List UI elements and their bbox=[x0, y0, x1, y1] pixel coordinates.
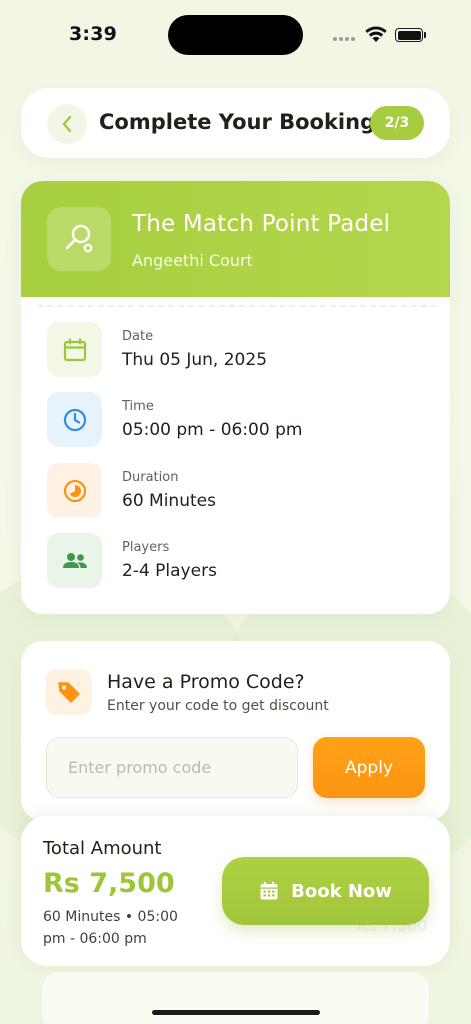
back-button[interactable] bbox=[47, 104, 87, 144]
calendar-icon-box bbox=[47, 322, 102, 377]
battery-icon bbox=[395, 28, 427, 42]
step-badge: 2/3 bbox=[370, 106, 424, 140]
total-amount: Rs 7,500 bbox=[43, 868, 175, 899]
detail-date: Date Thu 05 Jun, 2025 bbox=[47, 322, 427, 378]
detail-players: Players 2-4 Players bbox=[47, 533, 427, 589]
padel-racket-icon bbox=[65, 224, 93, 253]
venue-header: The Match Point Padel Angeethi Court bbox=[21, 181, 450, 297]
page-title: Complete Your Booking bbox=[99, 110, 376, 134]
detail-label: Players bbox=[122, 540, 170, 555]
booking-brief: 60 Minutes • 05:00 pm - 06:00 pm bbox=[43, 909, 178, 947]
detail-time: Time 05:00 pm - 06:00 pm bbox=[47, 392, 427, 448]
calendar-icon bbox=[63, 337, 86, 361]
chevron-left-icon bbox=[62, 115, 72, 133]
tag-icon-box bbox=[46, 669, 92, 715]
timelapse-icon bbox=[63, 479, 86, 502]
group-icon bbox=[62, 552, 87, 568]
booking-summary-card: The Match Point Padel Angeethi Court Dat… bbox=[21, 181, 450, 614]
dynamic-island bbox=[168, 15, 303, 55]
divider bbox=[37, 305, 437, 307]
promo-title: Have a Promo Code? bbox=[107, 671, 305, 693]
detail-value: 05:00 pm - 06:00 pm bbox=[122, 420, 303, 440]
book-now-button[interactable]: Book Now bbox=[222, 857, 429, 925]
detail-label: Duration bbox=[122, 470, 179, 485]
players-icon-box bbox=[47, 533, 102, 588]
wifi-icon bbox=[365, 26, 387, 42]
status-time: 3:39 bbox=[69, 23, 118, 45]
court-name: Angeethi Court bbox=[132, 251, 253, 270]
total-label: Total Amount bbox=[43, 838, 162, 859]
clock-icon-box bbox=[47, 392, 102, 447]
status-bar: 3:39 bbox=[0, 0, 471, 70]
detail-label: Time bbox=[122, 399, 154, 414]
book-now-label: Book Now bbox=[291, 880, 392, 902]
detail-value: 2-4 Players bbox=[122, 561, 217, 581]
detail-value: Thu 05 Jun, 2025 bbox=[122, 350, 268, 370]
promo-subtitle: Enter your code to get discount bbox=[107, 698, 329, 714]
clock-icon bbox=[63, 408, 86, 431]
background-card bbox=[42, 972, 429, 1024]
promo-code-card: Have a Promo Code? Enter your code to ge… bbox=[21, 641, 450, 821]
tag-icon bbox=[58, 682, 80, 703]
home-indicator[interactable] bbox=[152, 1010, 320, 1015]
detail-label: Date bbox=[122, 329, 154, 344]
signal-dots-icon bbox=[333, 37, 355, 41]
promo-code-input[interactable] bbox=[46, 737, 298, 798]
detail-value: 60 Minutes bbox=[122, 491, 216, 511]
checkout-bar: Total Amount Rs 7,500 60 Minutes • 05:00… bbox=[21, 816, 450, 966]
venue-icon-box bbox=[47, 207, 111, 271]
detail-duration: Duration 60 Minutes bbox=[47, 463, 427, 519]
calendar-icon bbox=[260, 881, 278, 900]
header-bar: Complete Your Booking 2/3 bbox=[21, 88, 450, 158]
apply-button[interactable]: Apply bbox=[313, 737, 425, 798]
venue-name: The Match Point Padel bbox=[132, 211, 391, 237]
duration-icon-box bbox=[47, 463, 102, 518]
